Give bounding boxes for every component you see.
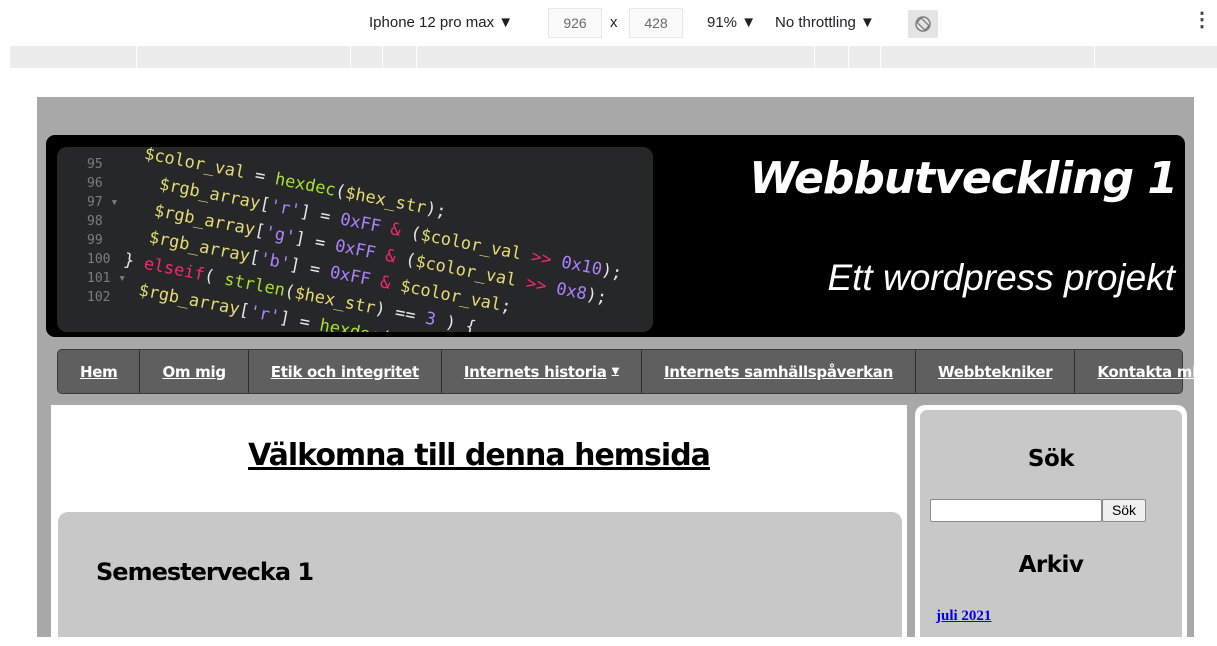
header-code-image: 95 96 97 ▾ 98 99 100 101 ▾ 102 $color_va… [57, 147, 653, 332]
code-line-numbers: 95 96 97 ▾ 98 99 100 101 ▾ 102 [87, 157, 127, 305]
page-heading: Välkomna till denna hemsida [248, 438, 711, 473]
main-content: Välkomna till denna hemsida Semesterveck… [51, 405, 907, 637]
emulated-page: 95 96 97 ▾ 98 99 100 101 ▾ 102 $color_va… [37, 97, 1194, 637]
sidebar: Sök Sök Arkiv juli 2021 [915, 405, 1187, 637]
archive-widget-title: Arkiv [1018, 552, 1084, 578]
chevron-down-icon: ▼ [611, 366, 620, 377]
post-title[interactable]: Semestervecka 1 [96, 558, 314, 586]
site-title[interactable]: Webbutveckling 1 [749, 153, 1178, 204]
media-query-bar[interactable] [10, 46, 1217, 68]
main-navigation: Hem Om mig Etik och integritet Internets… [57, 349, 1194, 394]
post-card: Semestervecka 1 [58, 512, 902, 637]
nav-item-internets-samhallspaverkan[interactable]: Internets samhällspåverkan [642, 350, 917, 393]
code-snippet-graphic: $color_val = hexdec($hex_str); $rgb_arra… [116, 147, 624, 332]
dimension-separator: x [610, 14, 618, 31]
throttling-select[interactable]: No throttling ▼ [775, 14, 875, 31]
more-options-icon[interactable]: ⋮ [1192, 10, 1212, 30]
nav-item-webbtekniker[interactable]: Webbtekniker [916, 350, 1076, 393]
site-header: 95 96 97 ▾ 98 99 100 101 ▾ 102 $color_va… [46, 135, 1185, 337]
sidebar-panel: Sök Sök Arkiv juli 2021 [920, 410, 1182, 637]
nav-item-etik-och-integritet[interactable]: Etik och integritet [249, 350, 442, 393]
nav-item-internets-historia[interactable]: Internets historia ▼ [442, 350, 642, 393]
device-toolbar: Iphone 12 pro max ▼ 926 x 428 91% ▼ No t… [0, 0, 1217, 46]
rotate-icon [915, 16, 931, 32]
search-input[interactable] [930, 499, 1102, 522]
site-subtitle: Ett wordpress projekt [827, 257, 1175, 298]
rotate-button[interactable] [908, 10, 938, 38]
search-widget-title: Sök [1027, 446, 1075, 472]
viewport-height-input[interactable]: 428 [629, 8, 683, 38]
viewport-width-input[interactable]: 926 [548, 8, 602, 38]
zoom-select[interactable]: 91% ▼ [707, 14, 756, 31]
search-button[interactable]: Sök [1102, 499, 1146, 522]
nav-item-om-mig[interactable]: Om mig [140, 350, 249, 393]
nav-item-kontakta-mig[interactable]: Kontakta mig [1075, 350, 1194, 393]
device-select[interactable]: Iphone 12 pro max ▼ [369, 14, 513, 31]
nav-item-hem[interactable]: Hem [58, 350, 141, 393]
archive-link-july-2021[interactable]: juli 2021 [936, 608, 991, 625]
